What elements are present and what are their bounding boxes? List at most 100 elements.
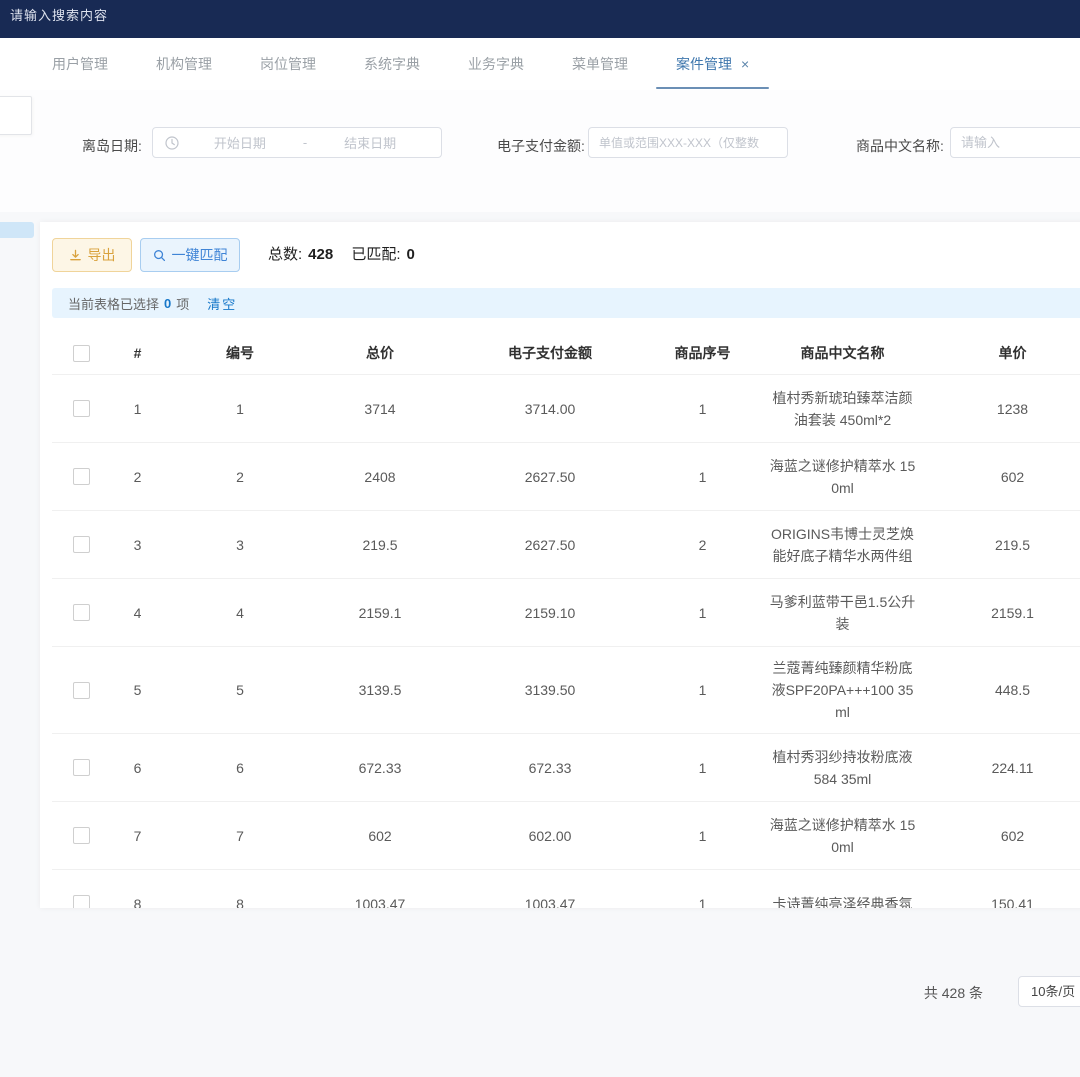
row-checkbox[interactable]	[73, 827, 90, 844]
cell-total-price: 1003.47	[315, 896, 445, 909]
row-checkbox[interactable]	[73, 895, 90, 908]
row-checkbox-cell	[52, 400, 110, 418]
clear-selection-link[interactable]: 清空	[207, 294, 237, 313]
cell-code: 6	[165, 760, 315, 776]
tab-label: 业务字典	[468, 54, 524, 74]
match-button-label: 一键匹配	[172, 245, 228, 265]
start-date-placeholder[interactable]: 开始日期	[181, 133, 299, 152]
table-row: 4 4 2159.1 2159.10 1 马爹利蓝带干邑1.5公升装 2159.…	[52, 579, 1080, 647]
cell-product-seq: 1	[655, 401, 750, 417]
cell-index: 4	[110, 605, 165, 621]
cell-code: 1	[165, 401, 315, 417]
cell-unit-price: 224.11	[935, 760, 1080, 776]
one-click-match-button[interactable]: 一键匹配	[140, 238, 240, 272]
tab[interactable]: 系统字典	[350, 38, 434, 90]
tab-label: 机构管理	[156, 54, 212, 74]
cell-index: 2	[110, 469, 165, 485]
cell-index: 6	[110, 760, 165, 776]
tab[interactable]: 案件管理 ×	[662, 38, 763, 90]
tab[interactable]: 菜单管理	[558, 38, 642, 90]
header-product-name: 商品中文名称	[750, 332, 935, 374]
cell-product-name: 植村秀羽纱持妆粉底液 584 35ml	[750, 736, 935, 800]
tab-bar: 用户管理 机构管理 岗位管理 系统字典 业务字典 菜单管理 案件管理 ×	[0, 38, 1080, 91]
cell-index: 5	[110, 682, 165, 698]
cell-index: 3	[110, 537, 165, 553]
total-count-value: 428	[308, 246, 333, 263]
tab-list: 用户管理 机构管理 岗位管理 系统字典 业务字典 菜单管理 案件管理 ×	[0, 38, 1080, 90]
row-checkbox[interactable]	[73, 604, 90, 621]
tab[interactable]: 机构管理	[142, 38, 226, 90]
selection-count: 0	[164, 296, 171, 311]
cell-index: 7	[110, 828, 165, 844]
cell-product-seq: 1	[655, 760, 750, 776]
row-checkbox-cell	[52, 895, 110, 908]
cell-epay-amount: 3139.50	[445, 682, 655, 698]
tab-close-icon[interactable]: ×	[741, 57, 749, 71]
cell-unit-price: 150.41	[935, 896, 1080, 909]
table-row: 3 3 219.5 2627.50 2 ORIGINS韦博士灵芝焕能好底子精华水…	[52, 511, 1080, 579]
global-search-input[interactable]: 请输入搜索内容	[10, 5, 108, 24]
pagination-total: 共 428 条	[924, 983, 983, 1003]
row-checkbox[interactable]	[73, 536, 90, 553]
cell-epay-amount: 2627.50	[445, 537, 655, 553]
row-checkbox-cell	[52, 759, 110, 777]
cell-total-price: 2159.1	[315, 605, 445, 621]
epay-amount-input[interactable]	[588, 127, 788, 158]
cell-unit-price: 219.5	[935, 537, 1080, 553]
export-button[interactable]: 导出	[52, 238, 132, 272]
cell-total-price: 672.33	[315, 760, 445, 776]
tab-label: 系统字典	[364, 54, 420, 74]
top-header-bar: 请输入搜索内容	[0, 0, 1080, 38]
cell-product-name: 植村秀新琥珀臻萃洁颜油套装 450ml*2	[750, 377, 935, 441]
date-range-separator: -	[299, 135, 311, 150]
cell-product-seq: 1	[655, 828, 750, 844]
clock-icon	[165, 136, 179, 150]
header-total-price: 总价	[315, 343, 445, 363]
row-checkbox[interactable]	[73, 400, 90, 417]
tab[interactable]: 岗位管理	[246, 38, 330, 90]
tab[interactable]: 用户管理	[38, 38, 122, 90]
row-checkbox-cell	[52, 536, 110, 554]
date-filter-label: 离岛日期:	[82, 136, 142, 156]
row-checkbox[interactable]	[73, 468, 90, 485]
cell-epay-amount: 672.33	[445, 760, 655, 776]
selection-prefix: 当前表格已选择	[68, 294, 159, 313]
row-checkbox-cell	[52, 827, 110, 845]
pagination-bar: 共 428 条 10条/页	[0, 975, 1080, 1009]
row-checkbox[interactable]	[73, 682, 90, 699]
cell-total-price: 602	[315, 828, 445, 844]
selection-suffix: 项	[176, 294, 189, 313]
product-name-input[interactable]	[950, 127, 1080, 158]
header-index: #	[110, 345, 165, 361]
tab-label: 案件管理	[676, 54, 732, 74]
product-name-filter-label: 商品中文名称:	[856, 136, 944, 156]
cell-unit-price: 602	[935, 828, 1080, 844]
table-body: 1 1 3714 3714.00 1 植村秀新琥珀臻萃洁颜油套装 450ml*2…	[52, 375, 1080, 908]
end-date-placeholder[interactable]: 结束日期	[311, 133, 429, 152]
table-row: 2 2 2408 2627.50 1 海蓝之谜修护精萃水 150ml 602	[52, 443, 1080, 511]
magnifier-icon	[153, 249, 166, 262]
header-unit-price: 单价	[935, 343, 1080, 363]
case-table-card: 导出 一键匹配 总数:428 已匹配:0 当前表格已选择 0 项 清空 # 编号…	[40, 222, 1080, 908]
matched-count-value: 0	[407, 246, 415, 263]
row-checkbox[interactable]	[73, 759, 90, 776]
cell-product-seq: 1	[655, 605, 750, 621]
cell-product-name: 海蓝之谜修护精萃水 150ml	[750, 445, 935, 509]
cell-unit-price: 2159.1	[935, 605, 1080, 621]
selection-info-bar: 当前表格已选择 0 项 清空	[52, 288, 1080, 318]
clipped-left-edge-element	[0, 222, 34, 238]
cell-total-price: 219.5	[315, 537, 445, 553]
cell-epay-amount: 2627.50	[445, 469, 655, 485]
epay-amount-filter-label: 电子支付金额:	[497, 136, 585, 156]
cell-total-price: 2408	[315, 469, 445, 485]
row-checkbox-cell	[52, 681, 110, 699]
tab[interactable]: 业务字典	[454, 38, 538, 90]
select-all-checkbox[interactable]	[73, 345, 90, 362]
page-size-select[interactable]: 10条/页	[1018, 976, 1080, 1007]
filter-panel: 离岛日期: 开始日期 - 结束日期 电子支付金额: 商品中文名称:	[0, 90, 1080, 212]
header-epay-amount: 电子支付金额	[445, 343, 655, 363]
cell-product-name: 卡诗菁纯亮泽经典香氛	[750, 883, 935, 909]
cell-product-seq: 1	[655, 469, 750, 485]
cell-epay-amount: 1003.47	[445, 896, 655, 909]
date-range-picker[interactable]: 开始日期 - 结束日期	[152, 127, 442, 158]
